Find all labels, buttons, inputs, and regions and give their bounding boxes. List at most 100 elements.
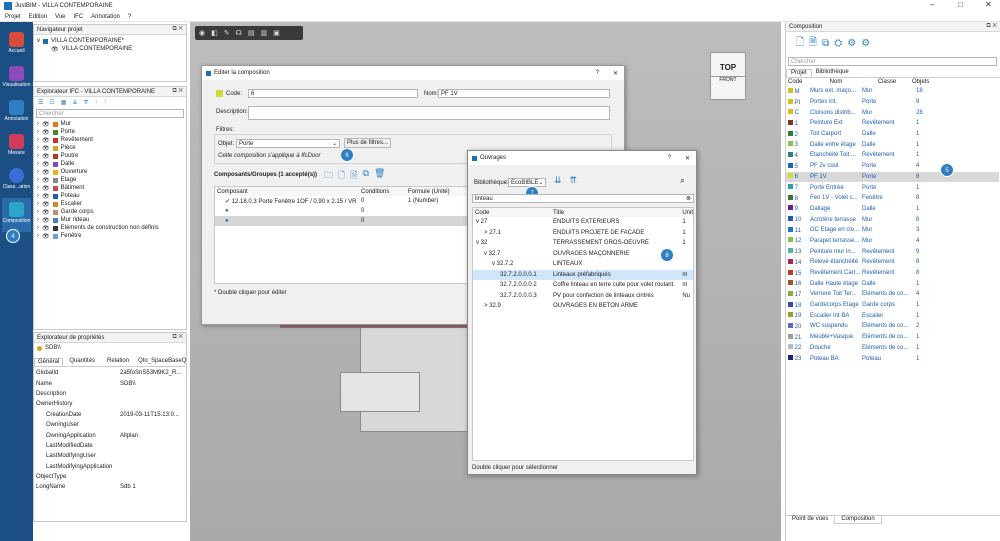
ribbon-mesure[interactable]: Mesure	[2, 130, 31, 164]
description-input[interactable]	[248, 106, 610, 120]
tab-relation[interactable]: Relation	[101, 358, 135, 366]
panel-controls-icon[interactable]: ⧉ ✕	[986, 23, 997, 30]
composition-row[interactable]: 7 Porte Entrée Porte 1	[786, 182, 999, 193]
property-row[interactable]: Description	[36, 389, 186, 399]
section-icon[interactable]: ▤	[248, 29, 255, 37]
maximize-button[interactable]: □	[958, 0, 963, 9]
cube-view-icon[interactable]: ◧	[211, 29, 218, 37]
menu-help[interactable]: ?	[128, 14, 131, 20]
ifc-tree-item[interactable]: › 👁 Ouverture	[37, 168, 183, 176]
view-cube[interactable]: TOP FRONT	[710, 52, 746, 100]
property-row[interactable]: CreationDate 2019-03-11T15:13:0...	[36, 410, 186, 420]
expand-icon[interactable]: ›	[37, 185, 39, 191]
nom-input[interactable]: PF 1V	[438, 89, 610, 98]
property-row[interactable]: OwningUser	[36, 420, 186, 430]
ouvrages-search-input[interactable]: linteau ⊗	[472, 194, 694, 203]
tab-projet[interactable]: Projet	[786, 69, 812, 77]
property-row[interactable]: LastModifiedDate	[36, 441, 186, 451]
eye-icon[interactable]: 👁	[42, 161, 50, 168]
ribbon-annotation[interactable]: Annotation	[2, 96, 31, 130]
filter-icon[interactable]: ▦	[61, 99, 67, 107]
composition-row[interactable]: 12 Parapet terrasse... Mur 4	[786, 236, 999, 247]
ouvrage-row[interactable]: v 32.7.2 LINTEAUX	[473, 259, 693, 270]
ifc-tree-item[interactable]: › 👁 Poutre	[37, 152, 183, 160]
composition-row[interactable]: M Murs ext. maço... Mur 18	[786, 86, 999, 97]
composition-row[interactable]: 14 Relevé étanchéité Revêtement 8	[786, 257, 999, 268]
composition-row[interactable]: C Cloisons distrib... Mur 28	[786, 107, 999, 118]
expand-icon[interactable]: ›	[37, 209, 39, 215]
property-row[interactable]: OwningApplication Allplan	[36, 430, 186, 440]
eye-icon[interactable]: 👁	[42, 137, 50, 144]
collapse-all-icon[interactable]: ⇈	[570, 175, 578, 186]
ouvrage-row[interactable]: 32.7.2.0.0.0.1 Linteaux préfabriqués m	[473, 269, 693, 280]
eye-icon[interactable]: 👁	[42, 121, 50, 128]
tab-point-de-vues[interactable]: Point de vues	[786, 516, 834, 524]
eye-icon[interactable]: 👁	[42, 129, 50, 136]
new-composition-icon[interactable]: 🗋	[796, 35, 804, 52]
layer-icon[interactable]: ▥	[260, 29, 267, 37]
eye-icon[interactable]: 👁	[42, 145, 50, 152]
composition-row[interactable]: 16 Dalle Haute étage Dalle 1	[786, 278, 999, 289]
ifc-tree-item[interactable]: › 👁 Revêtement	[37, 136, 183, 144]
ifc-tree-item[interactable]: › 👁 Eléments de construction non définis	[37, 224, 183, 232]
ouvrage-row[interactable]: v 32 TERRASSEMENT GROS-OEUVRE 1	[473, 238, 693, 249]
settings-icon[interactable]: ⚙	[847, 38, 856, 49]
property-row[interactable]: OwnerHistory	[36, 399, 186, 409]
expand-icon[interactable]: ›	[37, 225, 39, 231]
ifc-tree-item[interactable]: › 👁 Dalle	[37, 160, 183, 168]
composition-row[interactable]: 20 WC suspendu Eléments de co... 2	[786, 321, 999, 332]
close-dialog-button[interactable]: ✕	[685, 155, 690, 162]
arrow-down-icon[interactable]: ↓	[95, 99, 98, 107]
expand-icon[interactable]: ›	[37, 161, 39, 167]
eye-icon[interactable]: 👁	[51, 46, 59, 53]
expand-icon[interactable]: >	[484, 303, 488, 309]
eye-icon[interactable]: 👁	[42, 169, 50, 176]
pick-tool-icon[interactable]: ⌕	[680, 175, 685, 186]
copy-document-icon[interactable]: ⧉	[363, 168, 369, 184]
expand-icon[interactable]: v	[492, 261, 495, 267]
settings-alt-icon[interactable]: ⚙	[861, 38, 870, 49]
help-button[interactable]: ?	[596, 70, 599, 77]
expand-icon[interactable]: ›	[37, 217, 39, 223]
edit-composition-icon[interactable]: 🗎	[809, 35, 817, 52]
ribbon-classification[interactable]: Class...ation	[2, 164, 31, 198]
composition-row[interactable]: 4 Etanchéité Toit ... Revêtement 1	[786, 150, 999, 161]
list-icon[interactable]: ☰	[38, 99, 43, 107]
ouvrage-row[interactable]: v 27 ENDUITS EXTERIEURS 1	[473, 217, 693, 228]
table-row[interactable]: ● 0	[215, 206, 477, 216]
property-row[interactable]: ObjectType	[36, 472, 186, 482]
delete-document-icon[interactable]: 🗑	[374, 168, 385, 184]
composition-search-input[interactable]: Chercher	[788, 57, 997, 66]
tab-qto-spacebase[interactable]: Qto_SpaceBaseQ	[135, 358, 189, 366]
menu-projet[interactable]: Projet	[5, 14, 21, 20]
ifc-tree-item[interactable]: › 👁 Poteau	[37, 192, 183, 200]
eye-icon[interactable]: 👁	[42, 153, 50, 160]
table-row[interactable]: ✔ 12.18.0.3 Porte Fenêtre 1OF / 0.90 x 2…	[215, 196, 477, 206]
ifc-tree-item[interactable]: › 👁 Fenêtre	[37, 232, 183, 240]
eye-icon[interactable]: 👁	[42, 185, 50, 192]
eye-icon[interactable]: 👁	[42, 177, 50, 184]
ifc-tree-item[interactable]: › 👁 Garde corps	[37, 208, 183, 216]
panel-controls-icon[interactable]: ⧉ ✕	[172, 26, 183, 33]
new-document-icon[interactable]: 🗋	[338, 168, 345, 184]
expand-icon[interactable]: ›	[37, 201, 39, 207]
expand-icon[interactable]: ›	[37, 193, 39, 199]
eye-icon[interactable]: 👁	[42, 201, 50, 208]
composition-row[interactable]: 23 Poteau BA Poteau 1	[786, 353, 999, 364]
minimize-button[interactable]: –	[930, 0, 934, 9]
expand-icon[interactable]: >	[484, 230, 488, 236]
frame-icon[interactable]: ▣	[273, 29, 280, 37]
composition-row[interactable]: 9 Dallage Dalle 1	[786, 204, 999, 215]
eye-icon[interactable]: 👁	[42, 193, 50, 200]
ifc-tree-item[interactable]: › 👁 Etage	[37, 176, 183, 184]
property-row[interactable]: Name SDB\\	[36, 378, 186, 388]
assign-icon[interactable]: ⛭	[834, 38, 842, 49]
expand-icon[interactable]: v	[476, 219, 479, 225]
eye-icon[interactable]: 👁	[42, 209, 50, 216]
ifc-tree-item[interactable]: › 👁 Mur	[37, 120, 183, 128]
more-filters-button[interactable]: Plus de filtres...	[344, 138, 392, 148]
ouvrage-row[interactable]: > 32.9 OUVRAGES EN BETON ARME	[473, 301, 693, 312]
help-button[interactable]: ?	[668, 155, 671, 162]
ouvrage-row[interactable]: > 27.1 ENDUITS PROJETE DE FACADE 1	[473, 228, 693, 239]
composition-row[interactable]: 1 Peinture Ext Revêtement 1	[786, 118, 999, 129]
